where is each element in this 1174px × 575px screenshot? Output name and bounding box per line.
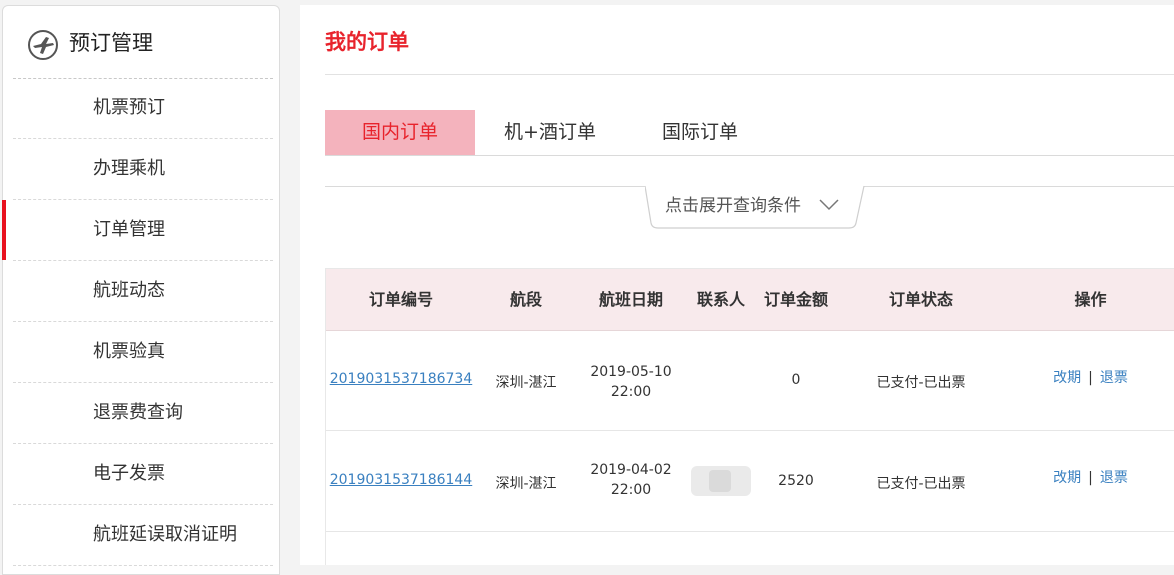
contact-blurred <box>691 466 751 496</box>
sidebar-item-order-management[interactable]: 订单管理 <box>2 200 273 261</box>
cell-segment: 深圳-湛江 <box>495 375 557 391</box>
sidebar-item-check-in[interactable]: 办理乘机 <box>13 139 273 200</box>
cell-actions: 改期 | 退票 <box>1006 467 1174 487</box>
sidebar-item-label: 航班延误取消证明 <box>93 524 237 545</box>
sidebar-item-delay-certificate[interactable]: 航班延误取消证明 <box>13 505 273 566</box>
sidebar-item-label: 办理乘机 <box>93 158 165 179</box>
tab-domestic-orders[interactable]: 国内订单 <box>325 110 475 155</box>
sidebar-item-label: 退票费查询 <box>93 402 183 423</box>
sidebar-header: 预订管理 <box>13 6 273 79</box>
sidebar-item-e-invoice[interactable]: 电子发票 <box>13 444 273 505</box>
sidebar-item-flight-booking[interactable]: 机票预订 <box>13 78 273 139</box>
cell-flight-date: 2019-05-10 22:00 <box>576 362 686 402</box>
header-status: 订单状态 <box>888 290 953 309</box>
change-flight-link[interactable]: 改期 <box>1053 470 1081 486</box>
sidebar: 预订管理 机票预订 办理乘机 订单管理 航班动态 机票验真 退票费查询 电子发票… <box>2 5 280 575</box>
sidebar-item-label: 机票验真 <box>93 341 165 362</box>
expand-filter-label: 点击展开查询条件 <box>665 196 801 216</box>
cell-status: 已支付-已出票 <box>876 375 966 391</box>
header-contact: 联系人 <box>696 290 745 309</box>
flight-time: 22:00 <box>610 384 652 400</box>
separator: | <box>1088 470 1093 486</box>
sidebar-item-refund-fee[interactable]: 退票费查询 <box>13 383 273 444</box>
chevron-down-icon <box>819 199 839 211</box>
sidebar-item-label: 机票预订 <box>93 97 165 118</box>
flight-time: 22:00 <box>610 482 652 498</box>
cell-amount: 2520 <box>778 473 814 489</box>
change-flight-link[interactable]: 改期 <box>1053 370 1081 386</box>
cell-amount: 0 <box>791 372 801 388</box>
cell-status: 已支付-已出票 <box>876 476 966 492</box>
header-actions: 操作 <box>1074 290 1107 309</box>
refund-link[interactable]: 退票 <box>1100 370 1128 386</box>
expand-filter-button[interactable]: 点击展开查询条件 <box>645 185 865 230</box>
sidebar-item-flight-status[interactable]: 航班动态 <box>13 261 273 322</box>
sidebar-item-label: 订单管理 <box>93 219 165 240</box>
cell-flight-date: 2019-04-02 22:00 <box>576 460 686 500</box>
sidebar-title: 预订管理 <box>69 31 153 55</box>
divider <box>325 155 1174 156</box>
refund-link[interactable]: 退票 <box>1100 470 1128 486</box>
tab-international-orders[interactable]: 国际订单 <box>625 110 775 155</box>
separator: | <box>1088 370 1093 386</box>
flight-date: 2019-05-10 <box>590 364 672 380</box>
table-header: 订单编号 航段 航班日期 联系人 订单金额 订单状态 操作 <box>326 269 1174 331</box>
header-amount: 订单金额 <box>763 290 828 309</box>
page-title: 我的订单 <box>325 30 409 54</box>
order-number-link[interactable]: 2019031537186144 <box>330 472 473 488</box>
sidebar-item-label: 航班动态 <box>93 280 165 301</box>
table-row: 2019031537186734 深圳-湛江 2019-05-10 22:00 … <box>326 330 1174 431</box>
flight-date: 2019-04-02 <box>590 462 672 478</box>
airplane-icon <box>28 30 58 60</box>
main-panel: 我的订单 国内订单 机+酒订单 国际订单 点击展开查询条件 订单编号 航段 航班… <box>300 5 1174 565</box>
header-segment: 航段 <box>509 290 542 309</box>
cell-actions: 改期 | 退票 <box>1006 367 1174 387</box>
header-flight-date: 航班日期 <box>598 290 663 309</box>
orders-table: 订单编号 航段 航班日期 联系人 订单金额 订单状态 操作 2019031537… <box>325 268 1174 565</box>
cell-segment: 深圳-湛江 <box>495 476 557 492</box>
order-number-link[interactable]: 2019031537186734 <box>330 371 473 387</box>
divider <box>325 74 1174 75</box>
tab-flight-hotel-orders[interactable]: 机+酒订单 <box>475 110 625 155</box>
header-order-no: 订单编号 <box>368 290 433 309</box>
sidebar-item-ticket-verify[interactable]: 机票验真 <box>13 322 273 383</box>
sidebar-item-label: 电子发票 <box>93 463 165 484</box>
table-row: 2019031537186144 深圳-湛江 2019-04-02 22:00 … <box>326 431 1174 532</box>
